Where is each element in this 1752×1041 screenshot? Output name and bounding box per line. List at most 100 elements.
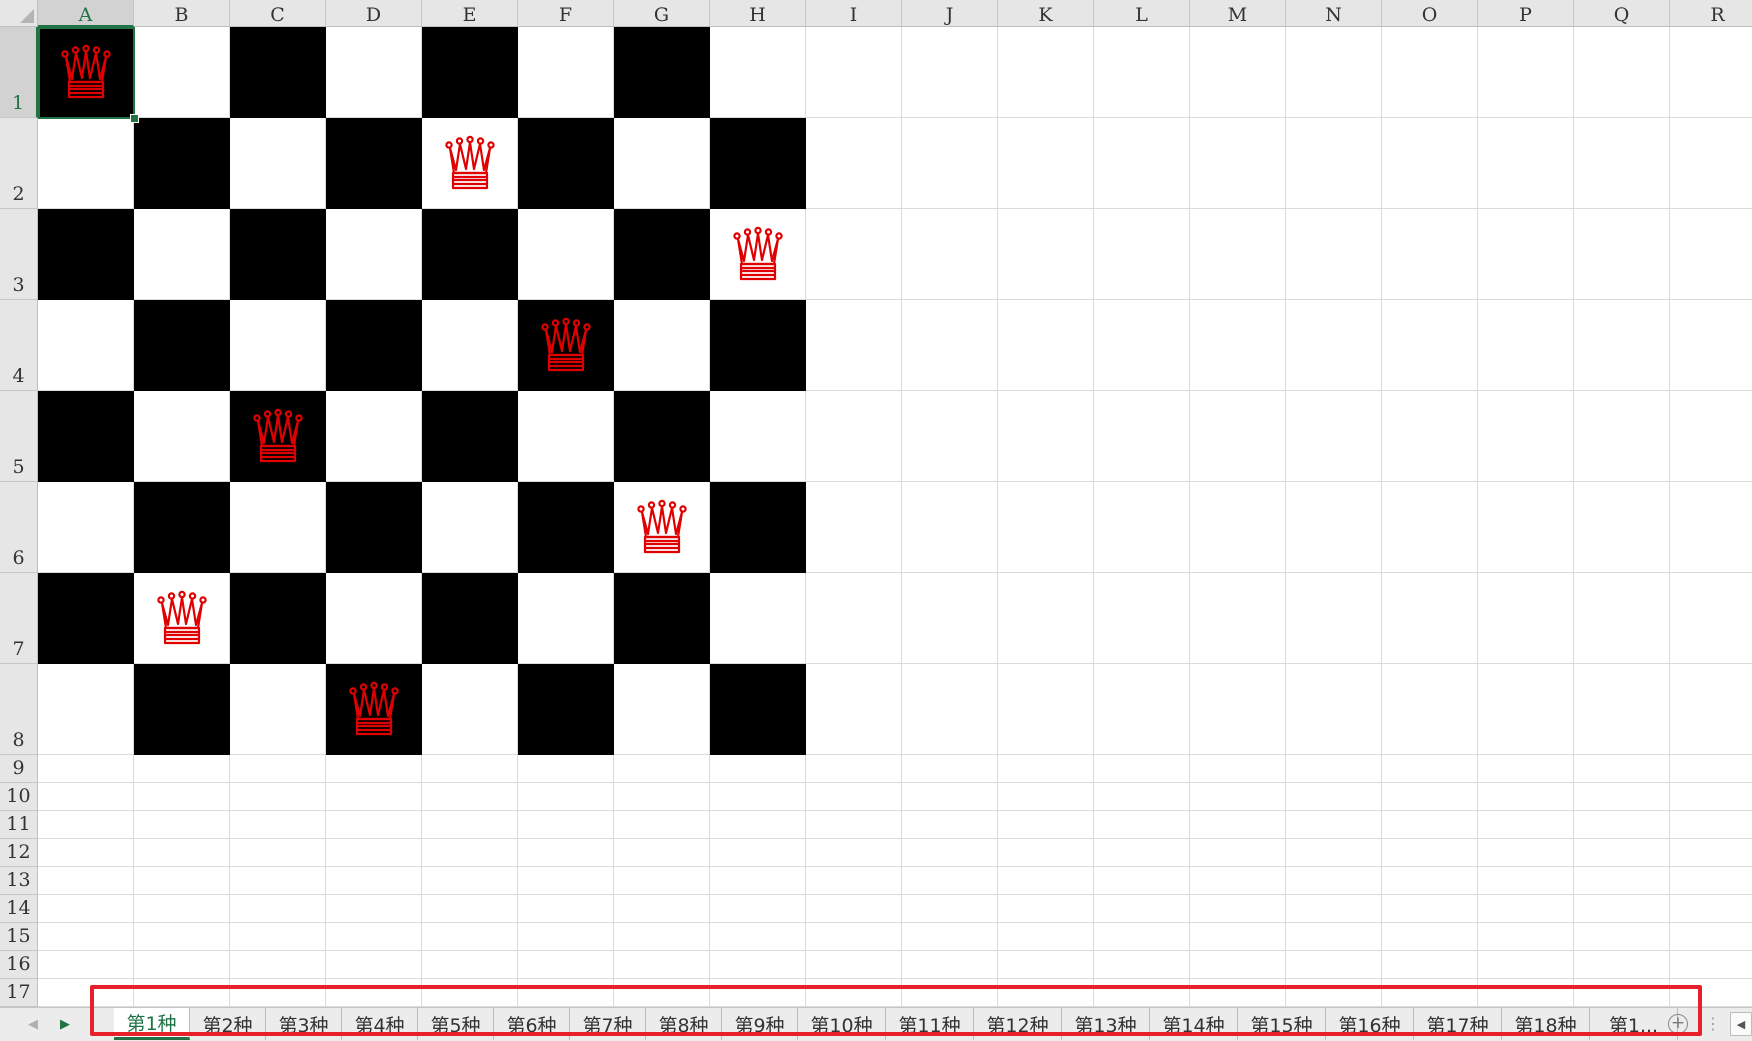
- grid-cell[interactable]: [806, 209, 902, 300]
- grid-cell[interactable]: [1574, 895, 1670, 923]
- grid-cell[interactable]: [614, 783, 710, 811]
- board-square[interactable]: [710, 664, 806, 755]
- board-square[interactable]: [422, 27, 518, 118]
- board-square[interactable]: [134, 573, 230, 664]
- grid-cell[interactable]: [998, 923, 1094, 951]
- column-header[interactable]: D: [326, 0, 422, 27]
- grid-cell[interactable]: [1478, 482, 1574, 573]
- grid-cell[interactable]: [518, 783, 614, 811]
- grid-cell[interactable]: [998, 391, 1094, 482]
- grid-cell[interactable]: [806, 867, 902, 895]
- grid-cell[interactable]: [230, 979, 326, 1007]
- grid-cell[interactable]: [134, 923, 230, 951]
- grid-cell[interactable]: [1190, 664, 1286, 755]
- grid-cell[interactable]: [1670, 755, 1752, 783]
- grid-cell[interactable]: [1094, 391, 1190, 482]
- grid-cell[interactable]: [1574, 867, 1670, 895]
- grid-cell[interactable]: [1670, 391, 1752, 482]
- board-square[interactable]: [326, 573, 422, 664]
- sheet-tab[interactable]: 第14种: [1150, 1008, 1238, 1040]
- grid-cell[interactable]: [1286, 783, 1382, 811]
- grid-cell[interactable]: [1382, 951, 1478, 979]
- grid-cell[interactable]: [1478, 867, 1574, 895]
- fill-handle[interactable]: [130, 114, 139, 123]
- grid-cell[interactable]: [1190, 482, 1286, 573]
- row-header[interactable]: 14: [0, 895, 38, 923]
- grid-cell[interactable]: [806, 664, 902, 755]
- grid-cell[interactable]: [902, 783, 998, 811]
- sheet-tab[interactable]: 第9种: [722, 1008, 798, 1040]
- column-header[interactable]: A: [38, 0, 134, 27]
- grid-cell[interactable]: [1190, 391, 1286, 482]
- grid-cell[interactable]: [518, 811, 614, 839]
- board-square[interactable]: [326, 300, 422, 391]
- grid-cell[interactable]: [1190, 811, 1286, 839]
- row-header[interactable]: 4: [0, 300, 38, 391]
- row-header[interactable]: 3: [0, 209, 38, 300]
- grid-cell[interactable]: [1574, 839, 1670, 867]
- column-header[interactable]: R: [1670, 0, 1752, 27]
- board-square[interactable]: [710, 391, 806, 482]
- grid-cell[interactable]: [1190, 895, 1286, 923]
- board-square[interactable]: [710, 209, 806, 300]
- grid-cell[interactable]: [710, 923, 806, 951]
- grid-cell[interactable]: [1190, 867, 1286, 895]
- grid-cell[interactable]: [1574, 979, 1670, 1007]
- board-square[interactable]: [422, 391, 518, 482]
- grid-cell[interactable]: [1286, 923, 1382, 951]
- board-square[interactable]: [38, 209, 134, 300]
- board-square[interactable]: [38, 482, 134, 573]
- column-header[interactable]: M: [1190, 0, 1286, 27]
- grid-cell[interactable]: [998, 482, 1094, 573]
- grid-cell[interactable]: [1478, 209, 1574, 300]
- grid-cell[interactable]: [1094, 895, 1190, 923]
- grid-cell[interactable]: [1478, 755, 1574, 783]
- grid-cell[interactable]: [1286, 391, 1382, 482]
- grid-cell[interactable]: [1190, 118, 1286, 209]
- grid-cell[interactable]: [134, 867, 230, 895]
- board-square[interactable]: [422, 664, 518, 755]
- grid-cell[interactable]: [806, 951, 902, 979]
- grid-cell[interactable]: [806, 811, 902, 839]
- sheet-tab[interactable]: 第7种: [570, 1008, 646, 1040]
- grid-cell[interactable]: [1286, 755, 1382, 783]
- grid-cell[interactable]: [1670, 895, 1752, 923]
- row-header[interactable]: 1: [0, 27, 38, 118]
- prev-sheet-button[interactable]: ◀: [18, 1008, 48, 1041]
- board-square[interactable]: [518, 209, 614, 300]
- grid-cell[interactable]: [1286, 811, 1382, 839]
- grid-cell[interactable]: [1094, 783, 1190, 811]
- grid-cell[interactable]: [1574, 300, 1670, 391]
- grid-cell[interactable]: [1382, 867, 1478, 895]
- grid-cell[interactable]: [1094, 482, 1190, 573]
- grid-cell[interactable]: [1478, 573, 1574, 664]
- grid-cell[interactable]: [1382, 839, 1478, 867]
- grid-cell[interactable]: [806, 839, 902, 867]
- grid-cell[interactable]: [1094, 755, 1190, 783]
- grid-cell[interactable]: [806, 27, 902, 118]
- board-square[interactable]: [326, 27, 422, 118]
- grid-cell[interactable]: [614, 923, 710, 951]
- grid-cell[interactable]: [1478, 895, 1574, 923]
- grid-cell[interactable]: [1190, 951, 1286, 979]
- grid-cell[interactable]: [326, 895, 422, 923]
- sheet-tab[interactable]: 第11种: [886, 1008, 974, 1040]
- grid-cell[interactable]: [1382, 300, 1478, 391]
- grid-cell[interactable]: [1670, 923, 1752, 951]
- board-square[interactable]: [230, 482, 326, 573]
- board-square[interactable]: [38, 573, 134, 664]
- grid-cell[interactable]: [230, 755, 326, 783]
- column-header[interactable]: N: [1286, 0, 1382, 27]
- grid-cell[interactable]: [614, 951, 710, 979]
- grid-cell[interactable]: [998, 951, 1094, 979]
- grid-cell[interactable]: [806, 979, 902, 1007]
- grid-cell[interactable]: [422, 923, 518, 951]
- column-header[interactable]: G: [614, 0, 710, 27]
- grid-cell[interactable]: [1286, 482, 1382, 573]
- board-square[interactable]: [230, 118, 326, 209]
- grid-cell[interactable]: [998, 573, 1094, 664]
- grid-cell[interactable]: [134, 839, 230, 867]
- grid-cell[interactable]: [710, 867, 806, 895]
- sheet-tab[interactable]: 第4种: [342, 1008, 418, 1040]
- board-square[interactable]: [518, 482, 614, 573]
